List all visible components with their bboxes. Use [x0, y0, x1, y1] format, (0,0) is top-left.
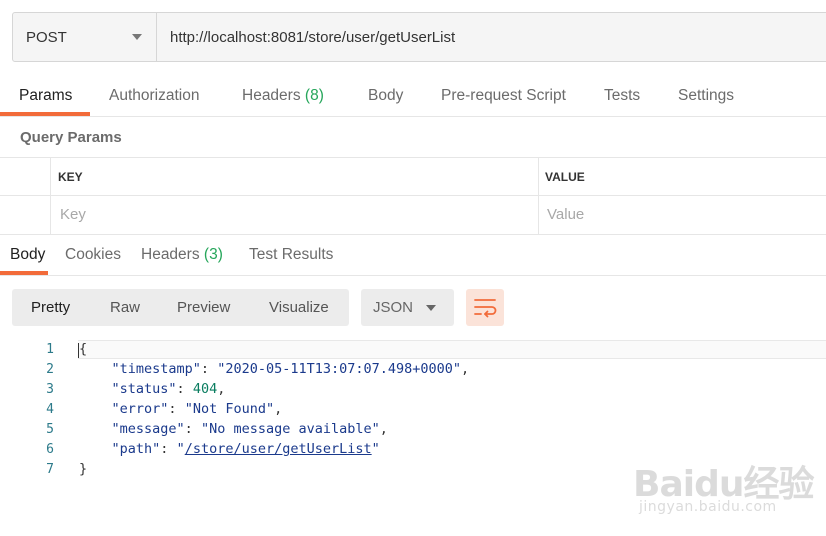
- json-line: "message": "No message available",: [111, 421, 388, 437]
- tab-params[interactable]: Params: [19, 87, 72, 105]
- method-select[interactable]: POST: [13, 13, 157, 61]
- active-tab-indicator: [0, 112, 90, 116]
- tab-label: Test Results: [249, 246, 334, 263]
- line-number: 6: [46, 442, 54, 457]
- format-select[interactable]: JSON: [361, 289, 454, 326]
- tab-body[interactable]: Body: [368, 87, 403, 105]
- line-number: 7: [46, 462, 54, 477]
- column-header-value: VALUE: [545, 170, 585, 184]
- line-number: 3: [46, 382, 54, 397]
- json-punct: ,: [217, 381, 226, 397]
- visualize-button[interactable]: Visualize: [269, 299, 329, 316]
- json-link-value[interactable]: /store/user/getUserList: [185, 441, 372, 457]
- json-key: "status": [111, 381, 177, 397]
- key-input[interactable]: Key: [60, 206, 86, 223]
- url-input[interactable]: http://localhost:8081/store/user/getUser…: [157, 29, 455, 46]
- view-mode-group: Pretty Raw Preview Visualize: [12, 289, 349, 326]
- response-tab-cookies[interactable]: Cookies: [65, 246, 121, 264]
- json-key: "error": [111, 401, 169, 417]
- json-value: "Not Found": [184, 401, 275, 417]
- response-tab-headers[interactable]: Headers (3): [141, 246, 223, 264]
- query-params-title: Query Params: [20, 129, 122, 146]
- value-input[interactable]: Value: [547, 206, 584, 223]
- json-line: "timestamp": "2020-05-11T13:07:07.498+00…: [111, 361, 470, 377]
- column-header-key: KEY: [58, 170, 83, 184]
- tab-label: Headers: [242, 87, 301, 104]
- tab-label: Body: [368, 87, 404, 104]
- json-value: 404: [192, 381, 218, 397]
- json-punct: ,: [274, 401, 283, 417]
- current-line-highlight: [78, 340, 826, 359]
- line-number: 1: [46, 342, 54, 357]
- line-number: 5: [46, 422, 54, 437]
- json-key: "path": [111, 441, 161, 457]
- pretty-button[interactable]: Pretty: [31, 299, 70, 316]
- tab-label: Authorization: [109, 87, 200, 104]
- wrap-lines-button[interactable]: [466, 289, 504, 326]
- query-params-table: KEY VALUE Key Value: [0, 157, 826, 235]
- tab-settings[interactable]: Settings: [678, 87, 734, 105]
- tab-count-badge: (8): [304, 87, 324, 104]
- json-line: "status": 404,: [111, 381, 226, 397]
- raw-button[interactable]: Raw: [110, 299, 140, 316]
- json-punct: ,: [461, 361, 470, 377]
- tab-label: Headers: [141, 246, 200, 263]
- request-tabs: Params Authorization Headers (8) Body Pr…: [0, 76, 826, 117]
- request-url-bar: POST http://localhost:8081/store/user/ge…: [12, 12, 826, 62]
- json-line: "error": "Not Found",: [111, 401, 283, 417]
- chevron-down-icon: [426, 305, 436, 311]
- format-label: JSON: [373, 299, 414, 316]
- watermark-url: jingyan.baidu.com: [639, 499, 777, 515]
- json-punct: ,: [379, 421, 388, 437]
- tab-pre-request-script[interactable]: Pre-request Script: [441, 87, 566, 105]
- wrap-lines-icon: [474, 299, 497, 318]
- tab-label: Cookies: [65, 246, 121, 263]
- line-number: 2: [46, 362, 54, 377]
- divider: [50, 157, 51, 234]
- json-key: "message": [111, 421, 185, 437]
- tab-label: Params: [19, 87, 73, 104]
- line-number: 4: [46, 402, 54, 417]
- response-tabs: Body Cookies Headers (3) Test Results: [0, 235, 826, 276]
- json-key: "timestamp": [111, 361, 201, 377]
- active-response-tab-indicator: [0, 271, 48, 275]
- tab-count-badge: (3): [203, 246, 223, 263]
- tab-tests[interactable]: Tests: [604, 87, 640, 105]
- tab-label: Body: [10, 246, 46, 263]
- watermark: Baidu经验 jingyan.baidu.com: [633, 455, 818, 525]
- json-value: "2020-05-11T13:07:07.498+0000": [217, 361, 462, 377]
- json-close-brace: }: [79, 461, 88, 477]
- tab-label: Settings: [678, 87, 735, 104]
- json-open-brace: {: [79, 341, 88, 357]
- tab-label: Pre-request Script: [441, 87, 566, 104]
- tab-headers[interactable]: Headers (8): [242, 87, 324, 105]
- divider: [0, 195, 826, 196]
- tab-authorization[interactable]: Authorization: [109, 87, 199, 105]
- json-value: "No message available": [200, 421, 380, 437]
- method-label: POST: [26, 28, 67, 46]
- chevron-down-icon: [132, 34, 142, 40]
- divider: [538, 157, 539, 234]
- json-line: "path": "/store/user/getUserList": [111, 441, 380, 457]
- tab-label: Tests: [604, 87, 641, 104]
- preview-button[interactable]: Preview: [177, 299, 230, 316]
- response-tab-body[interactable]: Body: [10, 246, 45, 264]
- divider: [0, 157, 826, 158]
- response-tab-test-results[interactable]: Test Results: [249, 246, 333, 264]
